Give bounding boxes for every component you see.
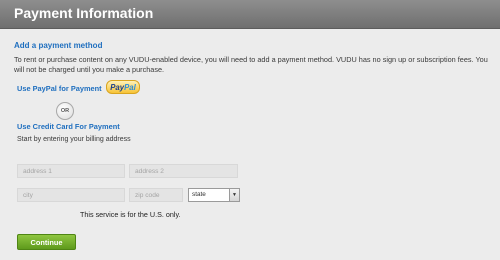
paypal-button-text-pal: Pal <box>124 83 136 92</box>
state-select-value: state <box>192 191 206 198</box>
state-select[interactable]: state ▼ <box>188 188 240 202</box>
paypal-button[interactable]: PayPal <box>106 80 140 94</box>
or-divider-badge: OR <box>56 102 74 120</box>
zip-code-input[interactable] <box>129 188 183 202</box>
paypal-button-text-pay: Pay <box>110 83 125 92</box>
billing-address-instruction: Start by entering your billing address <box>17 136 131 143</box>
us-only-note: This service is for the U.S. only. <box>80 210 181 219</box>
page-header: Payment Information <box>0 0 500 29</box>
continue-button[interactable]: Continue <box>17 234 76 250</box>
chevron-down-icon[interactable]: ▼ <box>229 189 239 201</box>
address-2-input[interactable] <box>129 164 238 178</box>
add-payment-method-heading: Add a payment method <box>14 41 103 50</box>
intro-text: To rent or purchase content on any VUDU-… <box>14 55 488 74</box>
address-1-input[interactable] <box>17 164 125 178</box>
city-input[interactable] <box>17 188 125 202</box>
paypal-label: Use PayPal for Payment <box>17 84 102 93</box>
page-title: Payment Information <box>14 5 154 21</box>
credit-card-label: Use Credit Card For Payment <box>17 122 120 131</box>
